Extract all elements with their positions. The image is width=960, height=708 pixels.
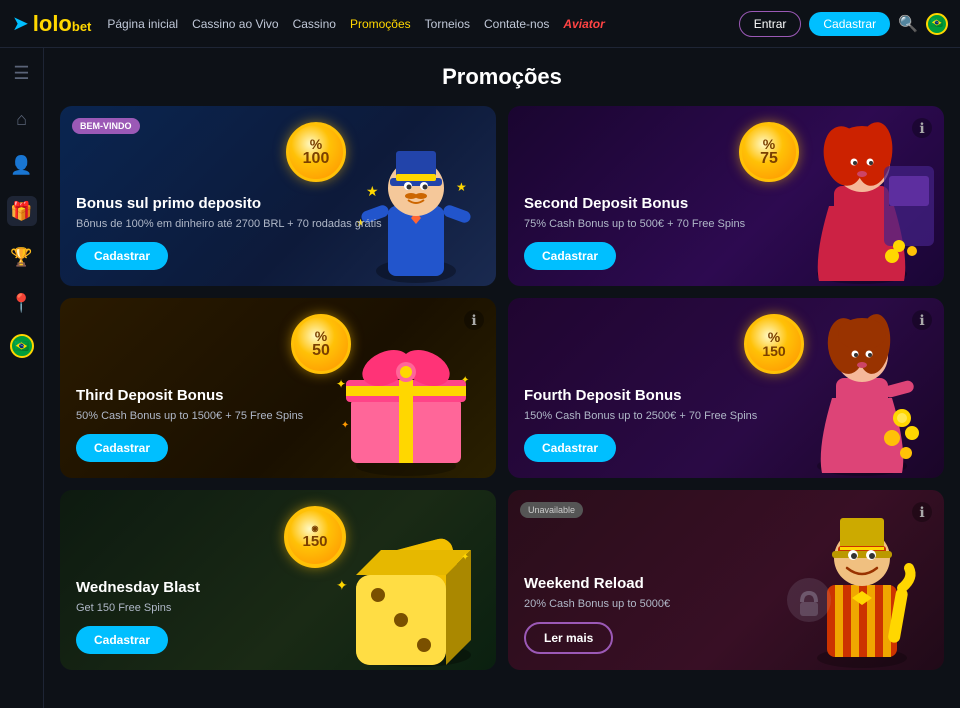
cadastrar-button-wednesday[interactable]: Cadastrar [76, 626, 168, 654]
promo-title-wednesday: Wednesday Blast [76, 579, 480, 597]
promo-desc-weekend: 20% Cash Bonus up to 5000€ [524, 597, 928, 612]
brazil-flag-icon: 🇧🇷 [931, 18, 943, 29]
promo-card-first-deposit: Bem-vindo % 100 [60, 106, 496, 286]
promo-card-fourth-deposit: ℹ % 150 [508, 298, 944, 478]
nav-aviator[interactable]: Aviator [563, 17, 604, 31]
main-content: Promoções Bem-vindo % 100 [44, 48, 960, 708]
ler-mais-button-weekend[interactable]: Ler mais [524, 622, 613, 654]
svg-text:★: ★ [456, 180, 467, 194]
promo-desc-fourth: 150% Cash Bonus up to 2500€ + 70 Free Sp… [524, 409, 928, 424]
nav-cassino[interactable]: Cassino [293, 17, 336, 31]
logo-lolo: lolo [33, 11, 72, 36]
promo-card-third-deposit: ℹ % 50 [60, 298, 496, 478]
nav-pagina-inicial[interactable]: Página inicial [107, 17, 178, 31]
unavailable-badge: Unavailable [520, 502, 583, 518]
coin-ring-icon: ◉ [312, 524, 319, 533]
nav-promocoes[interactable]: Promoções [350, 17, 411, 31]
nav-right: Entrar Cadastrar 🔍 🇧🇷 [739, 11, 948, 37]
cadastrar-button-fourth[interactable]: Cadastrar [524, 434, 616, 462]
coin-badge-second: % 75 [739, 122, 799, 182]
nav-torneios[interactable]: Torneios [425, 17, 470, 31]
coin-badge-third: % 50 [291, 314, 351, 374]
entrar-button[interactable]: Entrar [739, 11, 802, 37]
percent-sign-fourth: % [768, 330, 780, 344]
promo-card-weekend: Unavailable ℹ [508, 490, 944, 670]
logo[interactable]: ➤ lolobet [12, 11, 91, 37]
card-content-first: Bonus sul primo deposito Bônus de 100% e… [76, 195, 480, 270]
promo-title-weekend: Weekend Reload [524, 575, 928, 593]
promo-card-second-deposit: ℹ % 75 [508, 106, 944, 286]
top-nav: ➤ lolobet Página inicial Cassino ao Vivo… [0, 0, 960, 48]
coin-value-second: 75 [760, 151, 778, 167]
percent-sign-third: % [315, 329, 327, 343]
page-title: Promoções [60, 64, 944, 90]
logo-text: lolobet [33, 11, 92, 37]
promo-desc-third: 50% Cash Bonus up to 1500€ + 75 Free Spi… [76, 409, 480, 424]
promo-title-second: Second Deposit Bonus [524, 195, 928, 213]
language-flag[interactable]: 🇧🇷 [926, 13, 948, 35]
sidebar-trophy-icon[interactable]: 🏆 [7, 242, 37, 272]
cadastrar-button-third[interactable]: Cadastrar [76, 434, 168, 462]
info-icon-fourth[interactable]: ℹ [912, 310, 932, 330]
sidebar-menu-icon[interactable]: ☰ [7, 58, 37, 88]
sidebar-home-icon[interactable]: ⌂ [7, 104, 37, 134]
coin-value-third: 50 [312, 343, 330, 359]
logo-arrow-icon: ➤ [12, 11, 29, 36]
promo-desc-second: 75% Cash Bonus up to 500€ + 70 Free Spin… [524, 217, 928, 232]
card-content-weekend: Weekend Reload 20% Cash Bonus up to 5000… [524, 575, 928, 654]
svg-text:✦: ✦ [461, 375, 469, 386]
svg-text:✦: ✦ [461, 552, 469, 563]
bem-vindo-badge: Bem-vindo [72, 118, 140, 134]
nav-cassino-ao-vivo[interactable]: Cassino ao Vivo [192, 17, 279, 31]
coin-value-first: 100 [303, 151, 330, 167]
sidebar: ☰ ⌂ 👤 🎁 🏆 📍 🇧🇷 [0, 48, 44, 708]
search-icon[interactable]: 🔍 [898, 14, 918, 34]
info-icon-third[interactable]: ℹ [464, 310, 484, 330]
percent-sign-second: % [763, 137, 775, 151]
card-content-third: Third Deposit Bonus 50% Cash Bonus up to… [76, 387, 480, 462]
coin-value-fourth: 150 [762, 344, 785, 358]
promo-title-third: Third Deposit Bonus [76, 387, 480, 405]
promo-desc-first: Bônus de 100% em dinheiro até 2700 BRL +… [76, 217, 480, 232]
promo-desc-wednesday: Get 150 Free Spins [76, 601, 480, 616]
info-icon-weekend[interactable]: ℹ [912, 502, 932, 522]
logo-bet: bet [72, 19, 92, 34]
promo-title-fourth: Fourth Deposit Bonus [524, 387, 928, 405]
coin-badge-first: % 100 [286, 122, 346, 182]
card-content-second: Second Deposit Bonus 75% Cash Bonus up t… [524, 195, 928, 270]
sidebar-person-icon[interactable]: 👤 [7, 150, 37, 180]
percent-sign-first: % [310, 137, 322, 151]
cadastrar-button-first[interactable]: Cadastrar [76, 242, 168, 270]
nav-links: Página inicial Cassino ao Vivo Cassino P… [107, 17, 738, 31]
sidebar-brazil-icon[interactable]: 🇧🇷 [10, 334, 34, 358]
coin-badge-fourth: % 150 [744, 314, 804, 374]
sidebar-location-icon[interactable]: 📍 [7, 288, 37, 318]
coin-badge-wednesday: ◉ 150 [284, 506, 346, 568]
promo-title-first: Bonus sul primo deposito [76, 195, 480, 213]
card-content-wednesday: Wednesday Blast Get 150 Free Spins Cadas… [76, 579, 480, 654]
promo-grid: Bem-vindo % 100 [60, 106, 944, 670]
info-icon-second[interactable]: ℹ [912, 118, 932, 138]
nav-contate-nos[interactable]: Contate-nos [484, 17, 549, 31]
card-content-fourth: Fourth Deposit Bonus 150% Cash Bonus up … [524, 387, 928, 462]
promo-card-wednesday: ◉ 150 [60, 490, 496, 670]
sidebar-promotions-icon[interactable]: 🎁 [7, 196, 37, 226]
cadastrar-button-second[interactable]: Cadastrar [524, 242, 616, 270]
cadastrar-nav-button[interactable]: Cadastrar [809, 12, 890, 36]
coin-value-wednesday: 150 [302, 533, 327, 550]
page-layout: ☰ ⌂ 👤 🎁 🏆 📍 🇧🇷 Promoções Bem-vindo % 100 [0, 48, 960, 708]
